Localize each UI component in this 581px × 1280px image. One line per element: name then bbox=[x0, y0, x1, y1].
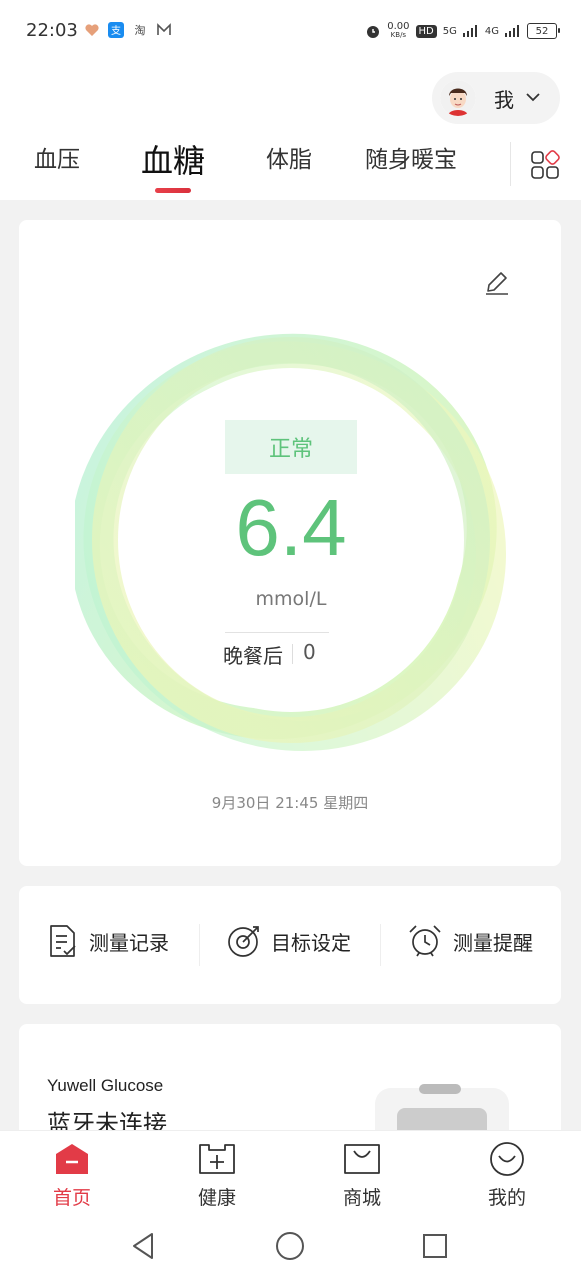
tab-body-fat[interactable]: 体脂 bbox=[266, 140, 312, 174]
health-icon bbox=[199, 1144, 235, 1174]
glucose-unit: mmol/L bbox=[255, 588, 327, 610]
home-circle-icon[interactable] bbox=[274, 1230, 306, 1262]
status-time: 22:03 bbox=[26, 20, 78, 41]
measure-records-label: 测量记录 bbox=[89, 930, 169, 955]
tab-divider bbox=[510, 142, 511, 186]
apps-grid-icon[interactable] bbox=[530, 150, 560, 180]
status-bar: 22:03 支 淘 0.00 KB/s HD 5G 4G 52 bbox=[0, 0, 581, 62]
back-icon[interactable] bbox=[128, 1230, 160, 1262]
bottom-nav: 首页 健康 商城 我的 bbox=[0, 1130, 581, 1211]
app-header: 我 血压 血糖 体脂 随身暖宝 bbox=[0, 62, 581, 200]
meal-value: 0 bbox=[303, 640, 316, 664]
signal-bars-icon bbox=[462, 25, 477, 37]
glucose-reading-card: 正常 6.4 mmol/L 晚餐后 0 9月30日 21:45 星期四 bbox=[19, 220, 561, 866]
measure-records-button[interactable]: 测量记录 bbox=[47, 924, 169, 958]
hd-badge: HD bbox=[415, 24, 437, 38]
taobao-icon: 淘 bbox=[135, 24, 146, 37]
tab-warmer[interactable]: 随身暖宝 bbox=[365, 140, 457, 174]
mail-icon bbox=[157, 23, 171, 35]
glucose-value: 6.4 bbox=[235, 483, 347, 572]
nav-profile-label: 我的 bbox=[487, 1187, 526, 1209]
health-app-icon bbox=[85, 24, 99, 36]
svg-text:支: 支 bbox=[111, 25, 121, 37]
nav-profile[interactable]: 我的 bbox=[467, 1141, 547, 1210]
nav-home[interactable]: 首页 bbox=[32, 1141, 112, 1210]
signal-4g: 4G bbox=[484, 25, 499, 37]
avatar-face-icon bbox=[440, 80, 476, 116]
edit-icon[interactable] bbox=[483, 268, 511, 296]
measure-reminder-label: 测量提醒 bbox=[453, 930, 533, 955]
recents-icon[interactable] bbox=[419, 1230, 451, 1262]
record-icon bbox=[50, 925, 76, 957]
battery-icon: 52 bbox=[527, 23, 560, 39]
nav-health-label: 健康 bbox=[197, 1187, 236, 1209]
battery-level: 52 bbox=[535, 25, 549, 37]
user-name: 我 bbox=[494, 87, 514, 112]
alarm-status-icon bbox=[367, 26, 380, 38]
target-icon bbox=[228, 926, 259, 957]
status-indicators: 0.00 KB/s HD 5G 4G 52 bbox=[365, 20, 560, 42]
alarm-icon bbox=[409, 925, 441, 957]
goal-setting-button[interactable]: 目标设定 bbox=[227, 924, 351, 958]
system-nav-bar bbox=[0, 1210, 581, 1280]
tab-blood-glucose[interactable]: 血糖 bbox=[141, 136, 205, 182]
quick-actions-card: 测量记录 目标设定 测量提醒 bbox=[19, 886, 561, 1004]
chevron-down-icon bbox=[526, 90, 540, 106]
action-divider bbox=[380, 924, 381, 966]
meal-period: 晚餐后 bbox=[223, 644, 283, 668]
net-unit: KB/s bbox=[390, 31, 407, 39]
profile-icon bbox=[490, 1142, 524, 1176]
divider bbox=[225, 632, 329, 633]
avatar bbox=[440, 80, 476, 116]
tab-blood-pressure[interactable]: 血压 bbox=[34, 140, 80, 174]
net-speed: 0.00 bbox=[387, 21, 410, 32]
home-icon bbox=[56, 1144, 88, 1174]
nav-home-label: 首页 bbox=[52, 1187, 91, 1209]
nav-shop[interactable]: 商城 bbox=[322, 1141, 402, 1210]
alipay-icon: 支 bbox=[108, 22, 124, 38]
action-divider bbox=[199, 924, 200, 966]
user-switcher[interactable]: 我 bbox=[432, 72, 560, 124]
category-tabs: 血压 血糖 体脂 随身暖宝 bbox=[0, 140, 581, 200]
nav-shop-label: 商城 bbox=[342, 1187, 381, 1209]
meal-divider bbox=[292, 644, 293, 664]
svg-text:淘: 淘 bbox=[135, 24, 146, 37]
reading-timestamp: 9月30日 21:45 星期四 bbox=[211, 794, 369, 812]
measure-reminder-button[interactable]: 测量提醒 bbox=[407, 924, 533, 958]
device-name: Yuwell Glucose bbox=[47, 1076, 164, 1095]
nav-health[interactable]: 健康 bbox=[177, 1141, 257, 1210]
status-badge: 正常 bbox=[225, 420, 357, 474]
shop-icon bbox=[344, 1144, 380, 1174]
goal-setting-label: 目标设定 bbox=[271, 930, 351, 955]
active-tab-indicator bbox=[155, 188, 191, 193]
signal-bars-icon bbox=[505, 25, 519, 37]
signal-5g: 5G bbox=[442, 25, 457, 37]
